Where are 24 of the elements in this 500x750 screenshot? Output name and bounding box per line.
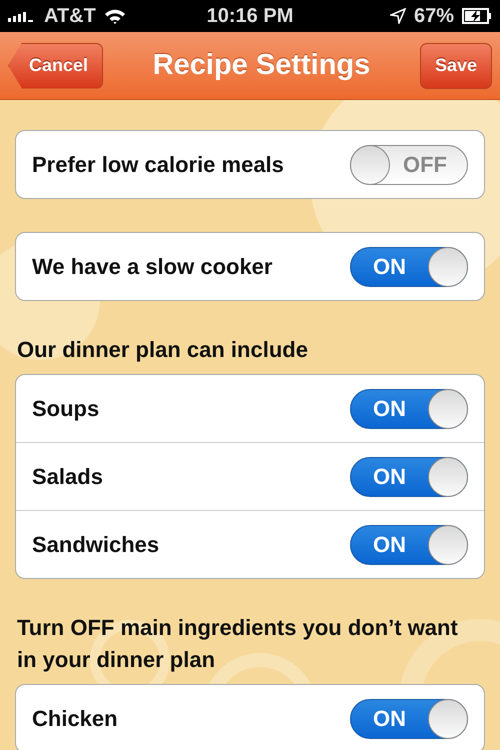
setting-label: Sandwiches: [32, 532, 160, 558]
setting-label: Soups: [32, 396, 100, 422]
save-button[interactable]: Save: [420, 42, 492, 88]
location-arrow-icon: [390, 8, 406, 24]
setting-label: Prefer low calorie meals: [32, 152, 284, 178]
section-header: Our dinner plan can include: [16, 336, 309, 364]
carrier-name: AT&T: [44, 4, 96, 28]
toggle-switch[interactable]: ON: [350, 388, 468, 428]
screen-title: Recipe Settings: [152, 49, 370, 82]
toggle-switch[interactable]: ON: [350, 246, 468, 286]
signal-icon: [8, 10, 36, 22]
clock-time: 10:16 PM: [206, 4, 294, 28]
setting-label: Salads: [32, 464, 103, 490]
cancel-button[interactable]: Cancel: [8, 42, 104, 88]
wifi-icon: [104, 8, 126, 24]
toggle-switch[interactable]: ON: [350, 456, 468, 496]
setting-label: Chicken: [32, 706, 118, 732]
section-header: Turn OFF main ingredients you don’t want in your dinner plan: [16, 614, 459, 674]
setting-label: We have a slow cooker: [32, 254, 272, 280]
battery-icon: [462, 8, 492, 24]
toggle-switch[interactable]: ON: [350, 698, 468, 738]
battery-percent: 67%: [414, 4, 454, 28]
toggle-switch[interactable]: OFF: [350, 144, 468, 184]
toggle-switch[interactable]: ON: [350, 524, 468, 564]
